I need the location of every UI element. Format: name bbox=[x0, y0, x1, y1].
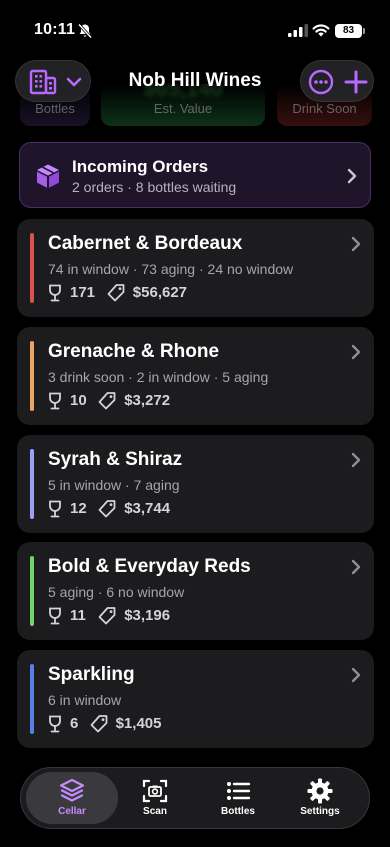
cellar-screen: 10:11 83 Bottles $65,140 Est. Value Drin… bbox=[0, 0, 390, 847]
wine-glass-icon bbox=[49, 500, 61, 518]
wifi-icon bbox=[312, 24, 330, 37]
category-value: $3,272 bbox=[124, 392, 171, 409]
category-value: $1,405 bbox=[115, 715, 162, 732]
category-card[interactable]: Grenache & Rhone 3 drink soon · 2 in wind… bbox=[17, 327, 374, 425]
battery-tip bbox=[363, 28, 365, 34]
page-title: Nob Hill Wines bbox=[128, 70, 262, 91]
status-bar: 10:11 83 bbox=[0, 0, 390, 56]
status-time: 10:11 bbox=[34, 21, 76, 38]
price-tag-icon bbox=[98, 392, 116, 410]
category-card[interactable]: Cabernet & Bordeaux 74 in window · 73 agi… bbox=[17, 219, 374, 317]
orders-title: Incoming Orders bbox=[72, 157, 209, 176]
stat-drink-soon-label: Drink Soon bbox=[292, 101, 357, 116]
category-summary: 6 in window bbox=[48, 692, 122, 708]
category-bottle-count: 11 bbox=[70, 607, 86, 624]
building-icon bbox=[29, 69, 57, 95]
category-summary: 74 in window · 73 aging · 24 no window bbox=[48, 261, 294, 277]
category-bottle-count: 171 bbox=[70, 284, 96, 301]
list-icon bbox=[227, 782, 251, 800]
incoming-orders-card[interactable]: Incoming Orders 2 orders · 8 bottles wai… bbox=[19, 142, 371, 208]
category-bottle-count: 10 bbox=[70, 392, 87, 409]
wine-glass-icon bbox=[49, 284, 61, 302]
tab-settings-label: Settings bbox=[300, 806, 340, 817]
category-card[interactable]: Sparkling 6 in window 6 $1,405 bbox=[17, 650, 374, 748]
category-color-bar bbox=[30, 556, 34, 626]
tab-scan-label: Scan bbox=[143, 806, 167, 817]
category-card[interactable]: Syrah & Shiraz 5 in window · 7 aging 12 $3,… bbox=[17, 435, 374, 533]
tab-bottles[interactable]: Bottles bbox=[197, 768, 279, 830]
category-card[interactable]: Bold & Everyday Reds 5 aging · 6 no windo… bbox=[17, 542, 374, 640]
tab-cellar-label: Cellar bbox=[58, 806, 86, 817]
category-bottle-count: 6 bbox=[70, 715, 79, 732]
category-value: $56,627 bbox=[132, 284, 188, 301]
chevron-right-icon bbox=[351, 667, 361, 683]
chevron-down-icon bbox=[66, 77, 82, 87]
battery-indicator: 83 bbox=[335, 24, 362, 38]
category-color-bar bbox=[30, 233, 34, 303]
category-color-bar bbox=[30, 449, 34, 519]
category-color-bar bbox=[30, 341, 34, 411]
stat-value-label: Est. Value bbox=[153, 101, 213, 116]
orders-subtitle: 2 orders · 8 bottles waiting bbox=[72, 179, 237, 195]
stat-bottles-label: Bottles bbox=[35, 101, 75, 116]
add-icon[interactable] bbox=[344, 70, 368, 94]
chevron-right-icon bbox=[351, 452, 361, 468]
tab-scan[interactable]: Scan bbox=[114, 768, 196, 830]
tab-settings[interactable]: Settings bbox=[279, 768, 361, 830]
layers-icon bbox=[59, 778, 85, 802]
category-summary: 5 in window · 7 aging bbox=[48, 477, 180, 493]
chevron-right-icon bbox=[351, 344, 361, 360]
category-summary: 3 drink soon · 2 in window · 5 aging bbox=[48, 369, 269, 385]
scan-camera-icon bbox=[142, 779, 168, 803]
category-value: $3,196 bbox=[124, 607, 171, 624]
price-tag-icon bbox=[107, 284, 125, 302]
cellular-signal-icon bbox=[288, 24, 308, 37]
bell-slash-icon bbox=[77, 23, 93, 39]
tab-cellar[interactable]: Cellar bbox=[31, 768, 113, 830]
cellar-switcher-button[interactable] bbox=[15, 60, 91, 102]
category-value: $3,744 bbox=[124, 500, 171, 517]
price-tag-icon bbox=[98, 607, 116, 625]
wine-glass-icon bbox=[49, 715, 61, 733]
category-bottle-count: 12 bbox=[70, 500, 87, 517]
tab-bar: Cellar Scan Bottles Settings bbox=[20, 767, 370, 829]
more-options-icon[interactable] bbox=[308, 69, 334, 95]
chevron-right-icon bbox=[347, 168, 357, 184]
tab-bottles-label: Bottles bbox=[221, 806, 255, 817]
category-summary: 5 aging · 6 no window bbox=[48, 584, 185, 600]
gear-icon bbox=[307, 778, 333, 804]
header-actions bbox=[300, 60, 374, 102]
category-name: Grenache & Rhone bbox=[48, 341, 220, 362]
category-color-bar bbox=[30, 664, 34, 734]
wine-glass-icon bbox=[49, 392, 61, 410]
category-name: Bold & Everyday Reds bbox=[48, 556, 251, 577]
category-name: Syrah & Shiraz bbox=[48, 449, 183, 470]
chevron-right-icon bbox=[351, 559, 361, 575]
chevron-right-icon bbox=[351, 236, 361, 252]
package-box-icon bbox=[37, 164, 59, 188]
category-name: Cabernet & Bordeaux bbox=[48, 233, 243, 254]
wine-glass-icon bbox=[49, 607, 61, 625]
price-tag-icon bbox=[90, 715, 107, 733]
category-name: Sparkling bbox=[48, 664, 135, 685]
price-tag-icon bbox=[98, 500, 116, 518]
